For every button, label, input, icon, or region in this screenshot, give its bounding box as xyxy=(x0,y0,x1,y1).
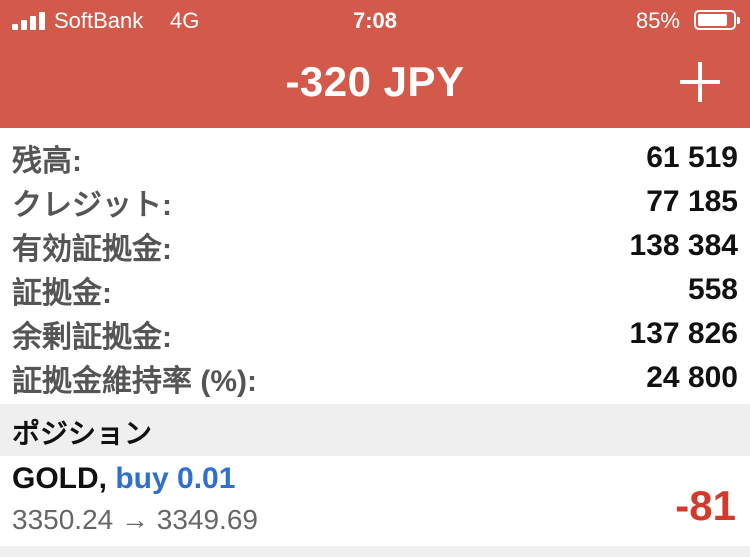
row-label: 残高: xyxy=(12,145,82,178)
balance-row: 残高: 61 519 xyxy=(0,136,750,180)
battery-level xyxy=(698,14,727,26)
row-value: 138 384 xyxy=(629,229,738,262)
battery-percent: 85% xyxy=(635,8,680,33)
row-label: クレジット: xyxy=(12,189,172,222)
credit-row: クレジット: 77 185 xyxy=(0,180,750,224)
row-label: 証拠金: xyxy=(12,277,112,310)
list-divider xyxy=(0,546,750,557)
account-summary: 残高: 61 519 クレジット: 77 185 有効証拠金: 138 384 … xyxy=(0,136,750,400)
row-value: 61 519 xyxy=(646,141,738,174)
positions-section-header: ポジション xyxy=(0,404,750,456)
battery-icon xyxy=(694,10,740,30)
free-margin-row: 余剰証拠金: 137 826 xyxy=(0,312,750,356)
row-value: 77 185 xyxy=(646,185,738,218)
row-value: 137 826 xyxy=(629,317,738,350)
row-label: 証拠金維持率 (%): xyxy=(12,365,257,398)
position-side-volume: buy 0.01 xyxy=(115,462,236,495)
row-label: 有効証拠金: xyxy=(12,233,172,266)
position-profit: -81 xyxy=(675,482,736,529)
top-header: SoftBank 4G 7:08 85% -320 JPY xyxy=(0,0,750,128)
position-symbol: GOLD, xyxy=(12,462,107,495)
row-value: 24 800 xyxy=(646,361,738,394)
row-label: 余剰証拠金: xyxy=(12,321,172,354)
position-title: GOLD, buy 0.01 xyxy=(12,462,235,496)
margin-row: 証拠金: 558 xyxy=(0,268,750,312)
position-prices: 3350.24 → 3349.69 xyxy=(12,504,258,535)
app-screen: SoftBank 4G 7:08 85% -320 JPY 残高: 61 519… xyxy=(0,0,750,557)
add-order-button[interactable] xyxy=(680,62,720,102)
position-row[interactable]: GOLD, buy 0.01 3350.24 → 3349.69 -81 xyxy=(0,456,750,546)
equity-row: 有効証拠金: 138 384 xyxy=(0,224,750,268)
floating-profit-title: -320 JPY xyxy=(285,58,465,105)
status-bar: SoftBank 4G 7:08 85% xyxy=(0,0,750,40)
row-value: 558 xyxy=(687,273,738,306)
margin-level-row: 証拠金維持率 (%): 24 800 xyxy=(0,356,750,400)
